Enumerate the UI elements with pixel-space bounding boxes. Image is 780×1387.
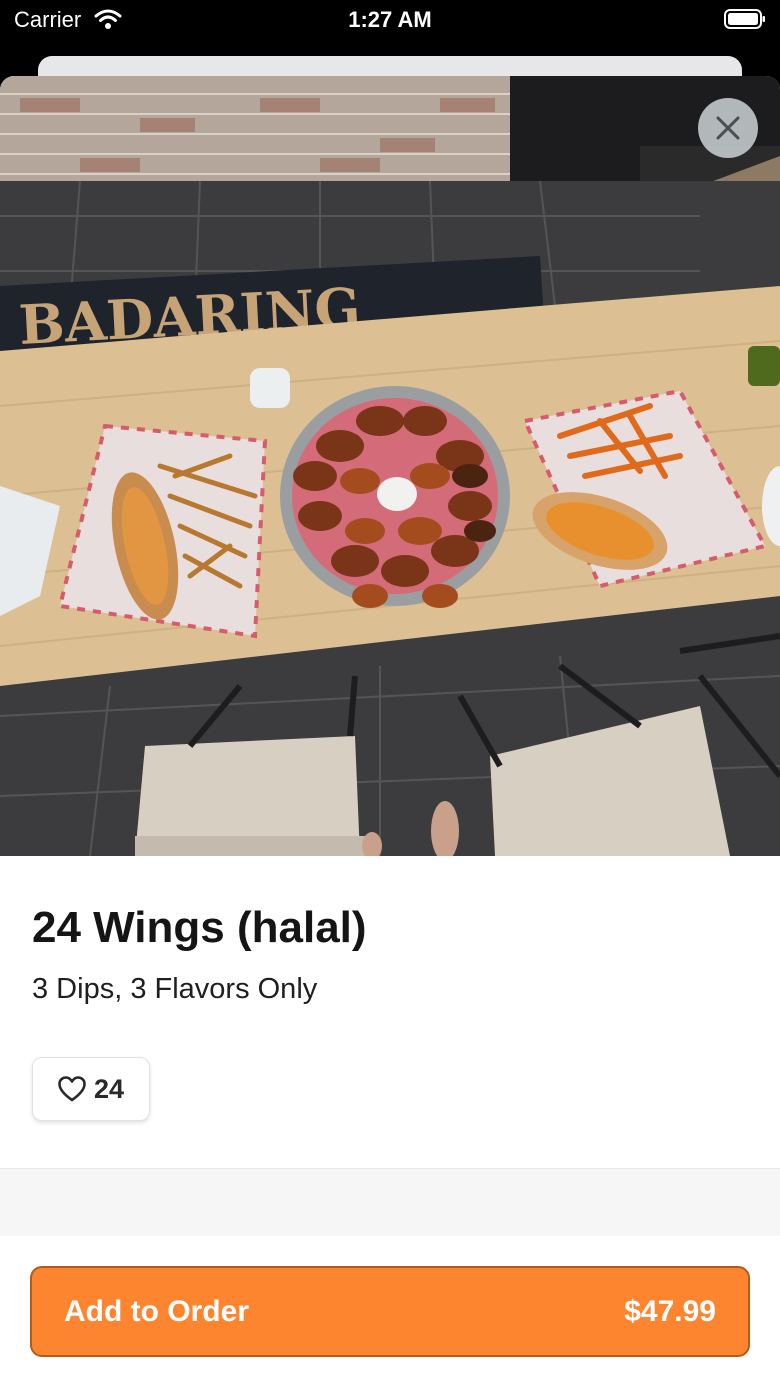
- heart-icon: [58, 1076, 86, 1102]
- status-bar: Carrier 1:27 AM: [0, 0, 780, 56]
- add-to-order-label: Add to Order: [64, 1294, 249, 1328]
- close-icon: [716, 116, 740, 140]
- like-count: 24: [93, 1073, 125, 1104]
- footer: Add to Order $47.99: [0, 1236, 780, 1387]
- item-description: 3 Dips, 3 Flavors Only: [32, 973, 318, 1005]
- like-button[interactable]: 24: [32, 1057, 150, 1121]
- close-button[interactable]: [698, 98, 758, 158]
- add-to-order-button[interactable]: Add to Order $47.99: [30, 1266, 750, 1357]
- item-title: 24 Wings (halal): [32, 903, 367, 952]
- price-label: $47.99: [624, 1294, 716, 1328]
- battery-icon: [724, 9, 765, 29]
- options-section: [0, 1169, 780, 1236]
- clock: 1:27 AM: [348, 7, 432, 32]
- item-photo: BADARING: [0, 76, 780, 856]
- item-detail-sheet: BADARING 24 Wings (halal) 3 Dips, 3 Flav…: [0, 76, 780, 1387]
